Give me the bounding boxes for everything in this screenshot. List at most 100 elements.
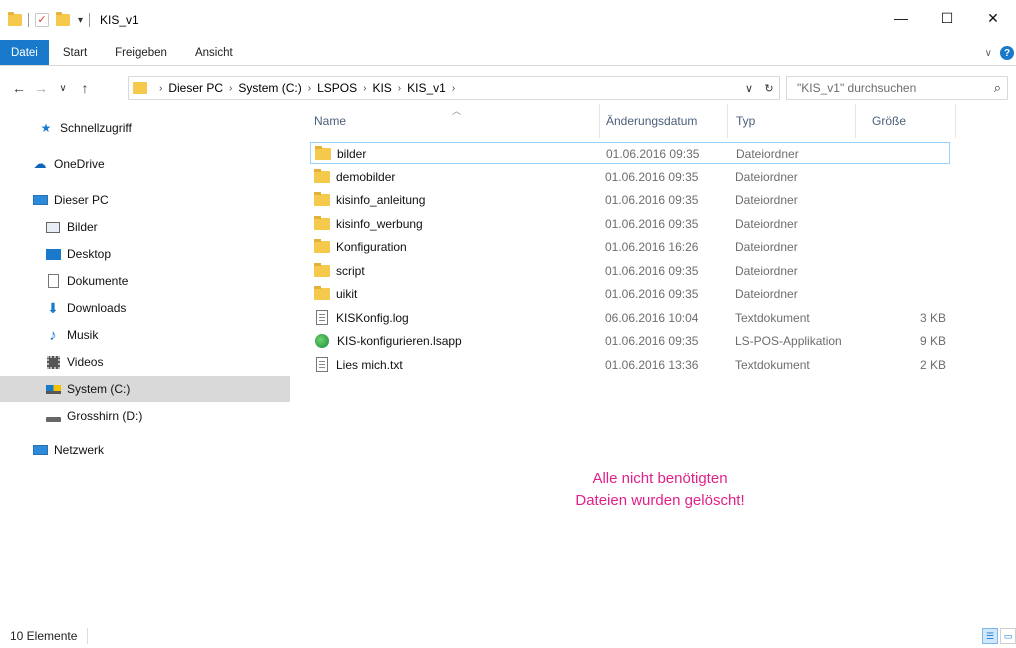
title-bar: ✓ ▾ KIS_v1 — ☐ ✕ xyxy=(0,0,1016,40)
globe-app-icon xyxy=(315,334,329,348)
folder-icon xyxy=(314,168,330,183)
table-row[interactable]: Lies mich.txt 01.06.2016 13:36 Textdokumen… xyxy=(310,354,950,376)
film-icon xyxy=(45,355,61,369)
address-bar[interactable]: › Dieser PC › System (C:) › LSPOS › KIS … xyxy=(128,76,780,100)
file-name: Lies mich.txt xyxy=(336,357,403,372)
sidebar-item-system-c[interactable]: System (C:) xyxy=(0,376,290,402)
search-placeholder: "KIS_v1" durchsuchen xyxy=(797,81,917,95)
details-view-icon[interactable]: ☰ xyxy=(982,628,998,644)
close-button[interactable]: ✕ xyxy=(970,0,1016,36)
breadcrumb-dieser-pc[interactable]: Dieser PC xyxy=(168,81,223,95)
chevron-right-icon[interactable]: › xyxy=(398,83,401,94)
refresh-icon[interactable]: ↻ xyxy=(759,82,779,95)
sidebar-item-musik[interactable]: ♪ Musik xyxy=(0,323,290,347)
sidebar-item-label: Dieser PC xyxy=(54,193,109,207)
column-header-type[interactable]: Typ xyxy=(728,104,856,138)
table-row[interactable]: uikit 01.06.2016 09:35 Dateiordner xyxy=(310,283,950,305)
minimize-button[interactable]: — xyxy=(878,0,924,36)
maximize-button[interactable]: ☐ xyxy=(924,0,970,36)
table-row[interactable]: demobilder 01.06.2016 09:35 Dateiordner xyxy=(310,166,950,188)
file-name-cell[interactable]: kisinfo_werbung xyxy=(314,213,423,235)
sidebar-item-label: Bilder xyxy=(67,220,98,234)
file-date: 01.06.2016 09:35 xyxy=(605,334,699,348)
sidebar-item-videos[interactable]: Videos xyxy=(0,350,290,374)
file-name-cell[interactable]: KIS-konfigurieren.lsapp xyxy=(314,330,462,352)
file-name: kisinfo_anleitung xyxy=(336,193,426,207)
table-row[interactable]: Konfiguration 01.06.2016 16:26 Dateiordner xyxy=(310,236,950,258)
text-document-icon xyxy=(316,357,328,372)
chevron-right-icon[interactable]: › xyxy=(308,83,311,94)
sidebar-item-netzwerk[interactable]: Netzwerk xyxy=(0,438,290,462)
file-date: 01.06.2016 09:35 xyxy=(605,287,699,301)
up-arrow-icon[interactable]: ↑ xyxy=(74,80,96,96)
forward-arrow-icon[interactable]: → xyxy=(30,80,52,96)
sidebar-item-onedrive[interactable]: ☁ OneDrive xyxy=(0,152,290,176)
sidebar-item-desktop[interactable]: Desktop xyxy=(0,242,290,266)
search-input[interactable]: "KIS_v1" durchsuchen ⌕ xyxy=(786,76,1008,100)
chevron-right-icon[interactable]: › xyxy=(159,83,162,94)
table-row[interactable]: kisinfo_werbung 01.06.2016 09:35 Dateiordn… xyxy=(310,213,950,235)
sidebar-item-schnellzugriff[interactable]: ★ Schnellzugriff xyxy=(0,116,290,140)
sidebar-item-label: Schnellzugriff xyxy=(60,121,132,135)
window-controls: — ☐ ✕ xyxy=(878,0,1016,40)
file-date: 06.06.2016 10:04 xyxy=(605,310,699,325)
cloud-icon: ☁ xyxy=(33,156,47,171)
folder-icon[interactable] xyxy=(8,12,22,26)
folder-icon xyxy=(314,262,330,277)
large-icons-view-icon[interactable]: ▭ xyxy=(1000,628,1016,644)
chevron-right-icon[interactable]: › xyxy=(363,83,366,94)
annotation-text: Alle nicht benötigten Dateien wurden gel… xyxy=(480,468,840,512)
sidebar-item-grosshirn-d[interactable]: Grosshirn (D:) xyxy=(0,404,290,428)
back-arrow-icon[interactable]: ← xyxy=(8,80,30,96)
new-folder-icon[interactable] xyxy=(56,12,70,26)
column-header-name[interactable]: Name xyxy=(306,104,600,138)
breadcrumb-system-c[interactable]: System (C:) xyxy=(238,81,301,95)
file-date: 01.06.2016 09:35 xyxy=(605,169,699,184)
column-header-date[interactable]: Änderungsdatum xyxy=(600,104,728,138)
file-name-cell[interactable]: script xyxy=(314,260,365,282)
search-icon[interactable]: ⌕ xyxy=(994,80,1001,96)
file-name-cell[interactable]: kisinfo_anleitung xyxy=(314,189,425,211)
file-type: Dateiordner xyxy=(735,169,798,184)
breadcrumb-lspos[interactable]: LSPOS xyxy=(317,81,357,95)
tab-freigeben[interactable]: Freigeben xyxy=(101,40,181,65)
breadcrumb-kis-v1[interactable]: KIS_v1 xyxy=(407,81,446,95)
file-type: Textdokument xyxy=(735,310,810,325)
expand-ribbon-chevron-icon[interactable]: ∨ xyxy=(985,48,992,59)
properties-check-icon[interactable]: ✓ xyxy=(35,13,49,27)
table-row[interactable]: bilder 01.06.2016 09:35 Dateiordner xyxy=(310,142,950,164)
recent-locations-chevron-icon[interactable]: ∨ xyxy=(52,83,74,94)
customize-toolbar-dropdown-icon[interactable]: ▾ xyxy=(78,15,83,26)
file-type: Dateiordner xyxy=(736,147,799,161)
tab-ansicht[interactable]: Ansicht xyxy=(181,40,247,65)
help-icon[interactable]: ? xyxy=(1000,46,1014,60)
tab-datei[interactable]: Datei xyxy=(0,40,49,65)
file-name-cell[interactable]: uikit xyxy=(314,283,357,305)
file-type: Dateiordner xyxy=(735,263,798,278)
breadcrumb-kis[interactable]: KIS xyxy=(372,81,391,95)
chevron-right-icon[interactable]: › xyxy=(229,83,232,94)
sidebar-item-downloads[interactable]: ⬇ Downloads xyxy=(0,296,290,320)
file-size: 9 KB xyxy=(919,334,946,348)
table-row[interactable]: KIS-konfigurieren.lsapp 01.06.2016 09:35 L… xyxy=(310,330,950,352)
file-name: KISKonfig.log xyxy=(336,310,409,325)
file-name-cell[interactable]: Lies mich.txt xyxy=(314,354,403,376)
tab-start[interactable]: Start xyxy=(49,40,101,65)
file-name-cell[interactable]: KISKonfig.log xyxy=(314,307,409,329)
column-header-size[interactable]: Größe xyxy=(856,104,956,138)
table-row[interactable]: script 01.06.2016 09:35 Dateiordner xyxy=(310,260,950,282)
file-name-cell[interactable]: Konfiguration xyxy=(314,236,407,258)
file-type: Textdokument xyxy=(735,357,810,372)
address-history-chevron-icon[interactable]: ∨ xyxy=(739,82,759,95)
chevron-right-icon[interactable]: › xyxy=(452,83,455,94)
file-type: Dateiordner xyxy=(735,287,798,301)
sidebar-item-dieser-pc[interactable]: Dieser PC xyxy=(0,188,290,212)
file-name-cell[interactable]: bilder xyxy=(315,143,366,165)
window-title: KIS_v1 xyxy=(100,13,139,27)
file-date: 01.06.2016 13:36 xyxy=(605,357,699,372)
file-name-cell[interactable]: demobilder xyxy=(314,166,395,188)
sidebar-item-dokumente[interactable]: Dokumente xyxy=(0,269,290,293)
table-row[interactable]: kisinfo_anleitung 01.06.2016 09:35 Dateior… xyxy=(310,189,950,211)
sidebar-item-bilder[interactable]: Bilder xyxy=(0,215,290,239)
table-row[interactable]: KISKonfig.log 06.06.2016 10:04 Textdokumen… xyxy=(310,307,950,329)
